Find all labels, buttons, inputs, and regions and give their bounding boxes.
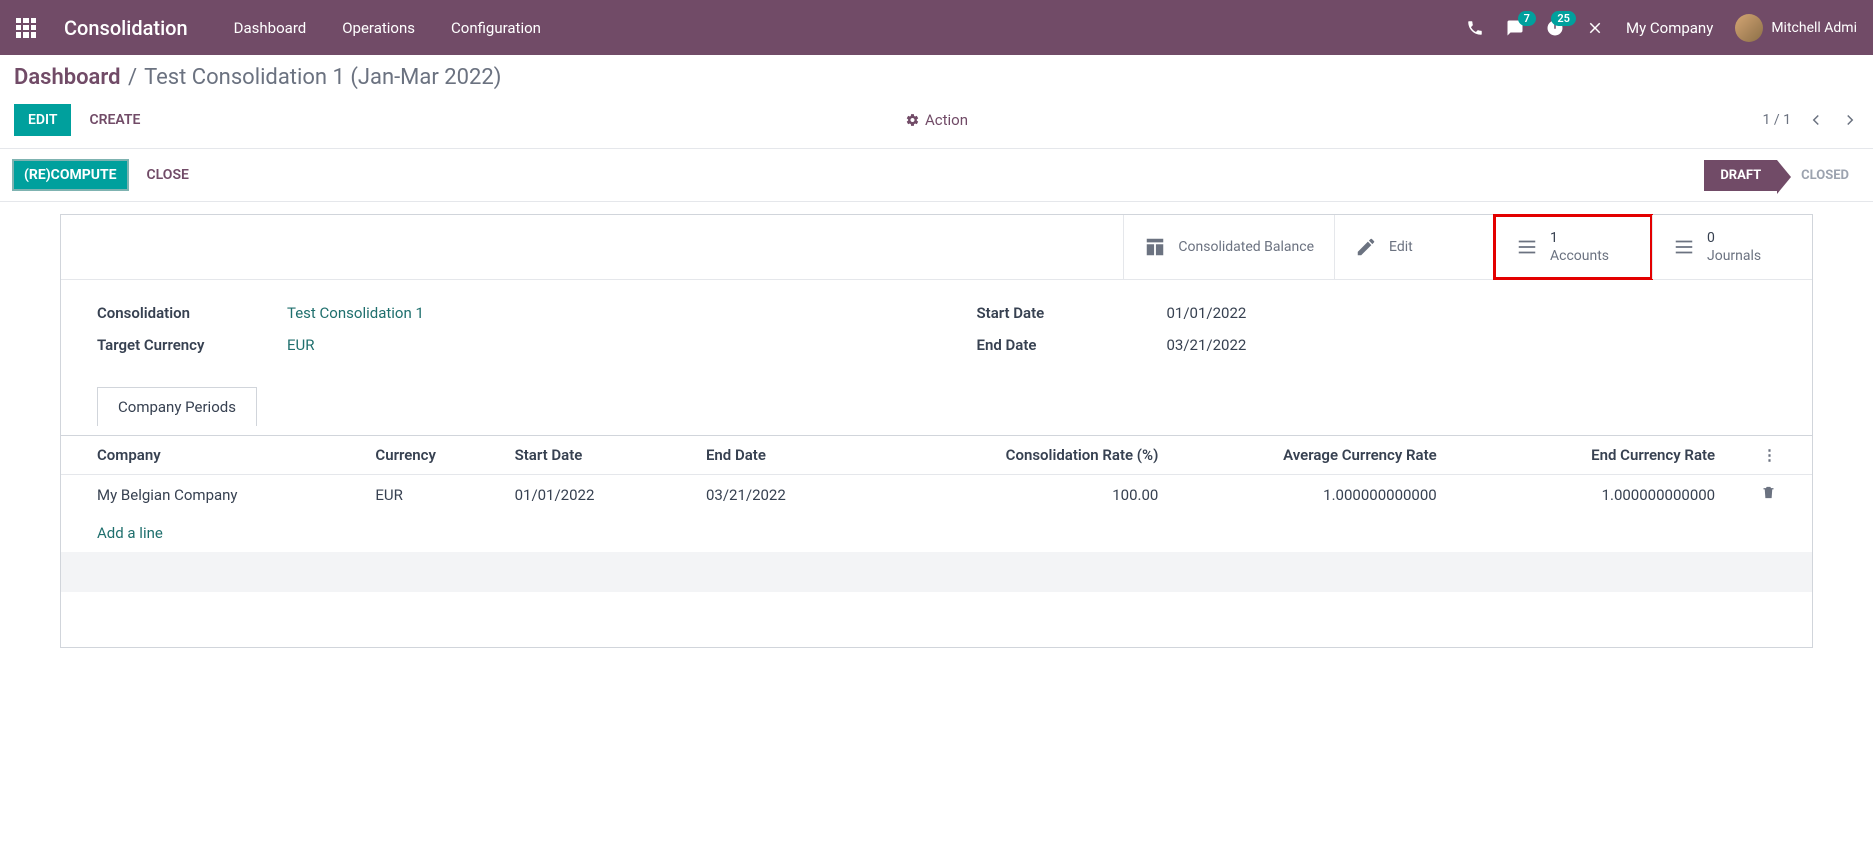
stat-journals-label: Journals xyxy=(1707,247,1761,265)
cell-start-date: 01/01/2022 xyxy=(515,486,706,504)
form-body: Consolidation Test Consolidation 1 Targe… xyxy=(61,280,1812,435)
cell-consolidation-rate: 100.00 xyxy=(897,486,1158,504)
create-button[interactable]: CREATE xyxy=(89,112,140,128)
gear-icon xyxy=(905,113,919,127)
tabs: Company Periods xyxy=(97,386,1776,425)
nav-menu-configuration[interactable]: Configuration xyxy=(451,19,541,37)
sheet-wrap: Consolidated Balance Edit 1 Accounts 0 J… xyxy=(0,214,1873,648)
close-tray-icon[interactable] xyxy=(1586,19,1604,37)
col-end-rate[interactable]: End Currency Rate xyxy=(1437,446,1715,464)
control-panel: EDIT CREATE Action 1 / 1 xyxy=(0,96,1873,149)
trash-icon[interactable] xyxy=(1761,485,1776,500)
company-switcher[interactable]: My Company xyxy=(1626,19,1713,37)
breadcrumb-sep: / xyxy=(128,65,137,90)
nav-right: 7 25 My Company Mitchell Admi xyxy=(1466,14,1857,42)
action-dropdown[interactable]: Action xyxy=(905,111,968,129)
column-options-icon[interactable]: ⋮ xyxy=(1762,446,1776,464)
nav-menu: Dashboard Operations Configuration xyxy=(234,19,541,37)
stat-edit-label: Edit xyxy=(1389,238,1413,256)
status-row: (RE)COMPUTE CLOSE DRAFT CLOSED xyxy=(0,149,1873,202)
phone-icon[interactable] xyxy=(1466,19,1484,37)
stat-accounts-count: 1 xyxy=(1550,229,1609,247)
sheet: Consolidated Balance Edit 1 Accounts 0 J… xyxy=(60,214,1813,648)
nav-menu-operations[interactable]: Operations xyxy=(342,19,415,37)
user-name: Mitchell Admi xyxy=(1771,20,1857,36)
status-draft[interactable]: DRAFT xyxy=(1704,160,1777,191)
breadcrumb-root[interactable]: Dashboard xyxy=(14,65,120,90)
col-consolidation-rate[interactable]: Consolidation Rate (%) xyxy=(897,446,1158,464)
company-periods-grid: Company Currency Start Date End Date Con… xyxy=(61,435,1812,647)
stat-journals-count: 0 xyxy=(1707,229,1761,247)
end-date-label: End Date xyxy=(977,336,1167,354)
cell-currency: EUR xyxy=(375,486,514,504)
target-currency-value[interactable]: EUR xyxy=(287,336,315,354)
breadcrumb-current: Test Consolidation 1 (Jan-Mar 2022) xyxy=(144,65,501,90)
close-button[interactable]: CLOSE xyxy=(147,167,189,183)
app-title[interactable]: Consolidation xyxy=(64,16,188,40)
table-row[interactable]: My Belgian Company EUR 01/01/2022 03/21/… xyxy=(61,475,1812,514)
activity-badge: 25 xyxy=(1551,11,1576,26)
cell-end-rate: 1.000000000000 xyxy=(1437,486,1715,504)
user-menu[interactable]: Mitchell Admi xyxy=(1735,14,1857,42)
cell-company: My Belgian Company xyxy=(97,486,375,504)
cp-right: 1 / 1 xyxy=(1763,111,1859,129)
breadcrumb: Dashboard / Test Consolidation 1 (Jan-Ma… xyxy=(0,55,1873,96)
pager-next-icon[interactable] xyxy=(1841,111,1859,129)
pencil-icon xyxy=(1355,236,1377,258)
consolidation-value[interactable]: Test Consolidation 1 xyxy=(287,304,424,322)
start-date-value: 01/01/2022 xyxy=(1167,304,1247,322)
table-icon xyxy=(1144,236,1166,258)
pager-prev-icon[interactable] xyxy=(1807,111,1825,129)
list-icon xyxy=(1673,236,1695,258)
pager[interactable]: 1 / 1 xyxy=(1763,112,1791,128)
col-currency[interactable]: Currency xyxy=(375,446,514,464)
recompute-button[interactable]: (RE)COMPUTE xyxy=(12,159,129,191)
cell-avg-rate: 1.000000000000 xyxy=(1158,486,1436,504)
edit-button[interactable]: EDIT xyxy=(14,104,71,136)
messages-icon[interactable]: 7 xyxy=(1506,19,1524,37)
cell-end-date: 03/21/2022 xyxy=(706,486,897,504)
stat-buttons: Consolidated Balance Edit 1 Accounts 0 J… xyxy=(61,215,1812,280)
activity-icon[interactable]: 25 xyxy=(1546,19,1564,37)
start-date-label: Start Date xyxy=(977,304,1167,322)
grid-space xyxy=(61,592,1812,647)
col-avg-rate[interactable]: Average Currency Rate xyxy=(1158,446,1436,464)
target-currency-label: Target Currency xyxy=(97,336,287,354)
tab-company-periods[interactable]: Company Periods xyxy=(97,387,257,426)
avatar xyxy=(1735,14,1763,42)
consolidation-label: Consolidation xyxy=(97,304,287,322)
grid-header: Company Currency Start Date End Date Con… xyxy=(61,436,1812,475)
statusbar: DRAFT CLOSED xyxy=(1704,160,1861,191)
grid-footer-pad xyxy=(61,552,1812,592)
apps-icon[interactable] xyxy=(16,18,36,38)
stat-edit[interactable]: Edit xyxy=(1334,215,1494,279)
stat-consolidated-balance[interactable]: Consolidated Balance xyxy=(1123,215,1334,279)
nav-left: Consolidation Dashboard Operations Confi… xyxy=(16,16,541,40)
messages-badge: 7 xyxy=(1518,11,1536,26)
list-icon xyxy=(1516,236,1538,258)
nav-menu-dashboard[interactable]: Dashboard xyxy=(234,19,307,37)
col-start-date[interactable]: Start Date xyxy=(515,446,706,464)
navbar: Consolidation Dashboard Operations Confi… xyxy=(0,0,1873,55)
end-date-value: 03/21/2022 xyxy=(1167,336,1247,354)
stat-journals[interactable]: 0 Journals xyxy=(1652,215,1812,279)
action-label: Action xyxy=(925,111,968,129)
stat-balance-label: Consolidated Balance xyxy=(1178,238,1314,256)
add-line-button[interactable]: Add a line xyxy=(61,514,1812,552)
col-end-date[interactable]: End Date xyxy=(706,446,897,464)
col-company[interactable]: Company xyxy=(97,446,375,464)
stat-accounts[interactable]: 1 Accounts xyxy=(1493,214,1653,280)
stat-accounts-label: Accounts xyxy=(1550,247,1609,265)
cp-left: EDIT CREATE xyxy=(14,104,140,136)
